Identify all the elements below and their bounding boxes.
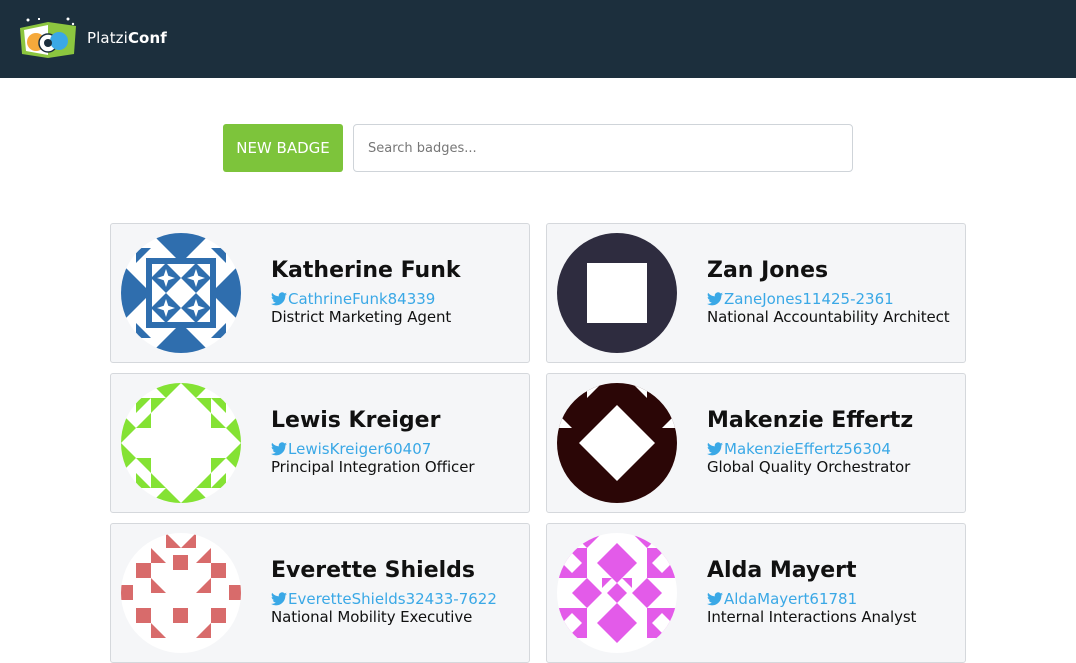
- avatar: [557, 533, 677, 653]
- twitter-link[interactable]: CathrineFunk84339: [271, 290, 526, 308]
- avatar: [121, 383, 241, 503]
- search-input[interactable]: [353, 124, 853, 172]
- twitter-link[interactable]: EveretteShields32433-7622: [271, 590, 526, 608]
- navbar: PlatziConf: [0, 0, 1076, 78]
- twitter-link[interactable]: LewisKreiger60407: [271, 440, 526, 458]
- badge-card[interactable]: Lewis Kreiger LewisKreiger60407 Principa…: [110, 373, 530, 513]
- twitter-link[interactable]: MakenzieEffertz56304: [707, 440, 962, 458]
- badge-name: Zan Jones: [707, 258, 829, 283]
- job-title: National Mobility Executive: [271, 608, 473, 626]
- job-title: Global Quality Orchestrator: [707, 458, 911, 476]
- avatar: [557, 383, 677, 503]
- badge-name: Lewis Kreiger: [271, 408, 441, 433]
- badge-card[interactable]: Zan Jones ZaneJones11425-2361 National A…: [546, 223, 966, 363]
- badge-name: Makenzie Effertz: [707, 408, 914, 433]
- avatar: [557, 233, 677, 353]
- job-title: District Marketing Agent: [271, 308, 452, 326]
- brand-name-light: Platzi: [87, 29, 128, 47]
- avatar: [121, 233, 241, 353]
- twitter-handle: CathrineFunk84339: [288, 290, 436, 308]
- badge-name: Alda Mayert: [707, 558, 857, 583]
- twitter-handle: LewisKreiger60407: [288, 440, 432, 458]
- badge-card[interactable]: Makenzie Effertz MakenzieEffertz56304 Gl…: [546, 373, 966, 513]
- job-title: Internal Interactions Analyst: [707, 608, 917, 626]
- twitter-icon: [271, 292, 287, 306]
- twitter-handle: ZaneJones11425-2361: [724, 290, 894, 308]
- brand-name-bold: Conf: [127, 29, 167, 47]
- twitter-link[interactable]: AldaMayert61781: [707, 590, 962, 608]
- twitter-icon: [271, 442, 287, 456]
- badge-card[interactable]: Alda Mayert AldaMayert61781 Internal Int…: [546, 523, 966, 663]
- badge-card[interactable]: Katherine Funk CathrineFunk84339 Distric…: [110, 223, 530, 363]
- twitter-handle: AldaMayert61781: [724, 590, 858, 608]
- twitter-handle: MakenzieEffertz56304: [724, 440, 891, 458]
- badge-name: Katherine Funk: [271, 258, 461, 283]
- job-title: Principal Integration Officer: [271, 458, 475, 476]
- new-badge-button[interactable]: NEW BADGE: [223, 124, 343, 172]
- job-title: National Accountability Architect: [707, 308, 950, 326]
- brand-name: PlatziConf: [87, 29, 167, 47]
- brand-link[interactable]: PlatziConf: [18, 16, 167, 60]
- badge-card[interactable]: Everette Shields EveretteShields32433-76…: [110, 523, 530, 663]
- twitter-icon: [707, 592, 723, 606]
- badge-name: Everette Shields: [271, 558, 476, 583]
- twitter-handle: EveretteShields32433-7622: [288, 590, 497, 608]
- twitter-icon: [707, 442, 723, 456]
- twitter-icon: [707, 292, 723, 306]
- twitter-icon: [271, 592, 287, 606]
- platziconf-logo-icon: [18, 16, 78, 60]
- avatar: [121, 533, 241, 653]
- twitter-link[interactable]: ZaneJones11425-2361: [707, 290, 962, 308]
